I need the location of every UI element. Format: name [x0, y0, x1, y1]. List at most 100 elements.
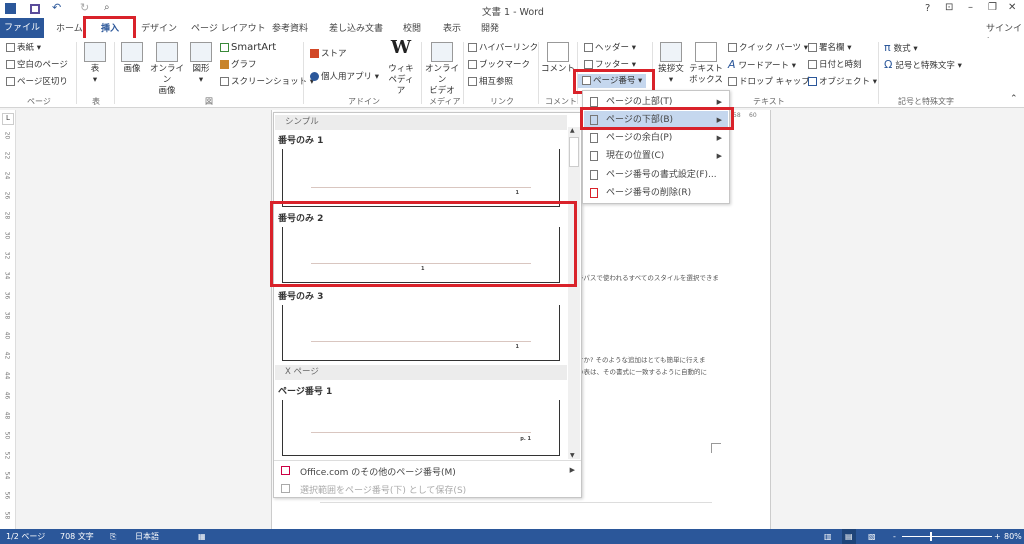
close-button[interactable]: ✕	[1008, 2, 1016, 13]
tab-mailings[interactable]: 差し込み文書	[329, 21, 383, 34]
chart-button[interactable]: グラフ	[220, 59, 257, 71]
group-label-page: ページ	[27, 97, 51, 106]
tab-developer[interactable]: 開発	[481, 21, 499, 34]
word-logo-icon	[5, 3, 16, 14]
zoom-in-button[interactable]: +	[994, 529, 1001, 544]
save-gallery-icon	[281, 484, 290, 493]
tab-file[interactable]: ファイル	[0, 18, 44, 38]
help-button[interactable]: ?	[925, 3, 930, 14]
equation-button[interactable]: π 数式 ▾	[884, 42, 918, 55]
collapse-ribbon-icon[interactable]: ⌃	[1010, 94, 1018, 104]
print-layout-icon[interactable]: ▤	[842, 529, 856, 544]
signature-icon	[808, 43, 817, 52]
tab-home[interactable]: ホーム	[56, 21, 83, 34]
online-video-button[interactable]: オンライン ビデオ	[423, 42, 461, 97]
online-image-button[interactable]: オンライン 画像	[148, 42, 186, 97]
cover-page-button[interactable]: 表紙 ▾	[6, 42, 41, 54]
macro-icon[interactable]: ▦	[198, 529, 206, 544]
word-count[interactable]: 708 文字	[60, 529, 94, 544]
zoom-out-button[interactable]: -	[893, 529, 896, 544]
ruler-number: 20	[3, 131, 11, 140]
cross-reference-button[interactable]: 相互参照	[468, 76, 513, 88]
menu-item-page-margins[interactable]: ページの余白(P) ▶	[584, 129, 728, 147]
page-count[interactable]: 1/2 ページ	[6, 529, 45, 544]
scroll-up-icon[interactable]: ▲	[570, 127, 575, 134]
print-preview-icon[interactable]: ⌕	[104, 2, 110, 13]
tab-selector[interactable]: L	[2, 113, 14, 125]
tab-page-layout[interactable]: ページ レイアウト	[191, 21, 266, 34]
title-bar: ↶ ↻ ⌕ 文書 1 - Word ? ⊡ – ❐ ✕	[0, 0, 1024, 18]
scroll-down-icon[interactable]: ▼	[570, 452, 575, 459]
submenu-arrow-icon: ▶	[716, 134, 722, 142]
ruler-number: 24	[3, 171, 11, 180]
my-apps-button[interactable]: 個人用アプリ ▾	[310, 71, 379, 83]
comment-icon	[547, 42, 569, 62]
symbol-button[interactable]: Ω 記号と特殊文字 ▾	[884, 59, 962, 72]
blank-page-button[interactable]: 空白のページ	[6, 59, 68, 71]
textbox-button[interactable]: テキスト ボックス	[688, 42, 724, 86]
tab-review[interactable]: 校閲	[403, 21, 421, 34]
ruler-number: 34	[3, 271, 11, 280]
datetime-button[interactable]: 日付と時刻	[808, 59, 862, 71]
zoom-level[interactable]: 80%	[1004, 529, 1022, 544]
web-layout-icon[interactable]: ▧	[868, 529, 876, 544]
table-button[interactable]: 表 ▾	[82, 42, 108, 86]
screenshot-button[interactable]: スクリーンショット ▾	[220, 76, 314, 88]
bookmark-button[interactable]: ブックマーク	[468, 59, 530, 71]
my-apps-icon	[310, 72, 319, 81]
dropcap-button[interactable]: ドロップ キャップ ▾	[728, 76, 817, 88]
page-margin-icon	[590, 133, 598, 143]
gallery-scrollbar[interactable]: ▲ ▼	[568, 127, 580, 459]
ruler-number: 36	[3, 291, 11, 300]
tab-design[interactable]: デザイン	[141, 21, 177, 34]
tab-references[interactable]: 参考資料	[272, 21, 308, 34]
wikipedia-button[interactable]: W ウィキ ペディア	[385, 39, 417, 97]
cover-page-icon	[6, 43, 15, 52]
undo-icon[interactable]: ↶	[52, 1, 61, 14]
proofing-icon[interactable]: ⎘	[110, 529, 116, 544]
store-icon	[310, 49, 319, 58]
zoom-slider[interactable]	[902, 532, 992, 541]
minimize-button[interactable]: –	[968, 2, 973, 13]
save-icon[interactable]	[30, 4, 40, 14]
pi-icon: π	[884, 41, 891, 54]
shapes-icon	[190, 42, 212, 62]
menu-item-current-position[interactable]: 現在の位置(C) ▶	[584, 147, 728, 165]
image-button[interactable]: 画像	[118, 42, 146, 75]
ruler-number: 58	[3, 511, 11, 520]
ruler-number: 54	[3, 471, 11, 480]
gallery-section-x-page: X ページ	[275, 365, 567, 380]
ruler-number: 32	[3, 251, 11, 260]
wordart-button[interactable]: A ワードアート ▾	[728, 59, 796, 72]
redo-icon[interactable]: ↻	[80, 1, 89, 14]
tab-view[interactable]: 表示	[443, 21, 461, 34]
store-button[interactable]: ストア	[310, 48, 347, 60]
menu-item-format-page-numbers[interactable]: ページ番号の書式設定(F)...	[584, 166, 728, 184]
chart-icon	[220, 60, 229, 69]
read-mode-icon[interactable]: ▥	[824, 529, 832, 544]
cross-reference-icon	[468, 77, 477, 86]
greeting-button[interactable]: 挨拶文 ▾	[655, 42, 687, 86]
comment-button[interactable]: コメント	[541, 42, 575, 75]
ribbon-options-button[interactable]: ⊡	[945, 2, 953, 13]
language[interactable]: 日本語	[135, 529, 159, 544]
restore-button[interactable]: ❐	[988, 2, 997, 13]
hyperlink-button[interactable]: ハイパーリンク	[468, 42, 538, 54]
ribbon: 表紙 ▾ 空白のページ ページ区切り ページ 表 ▾ 表 画像 オンライン 画像 …	[0, 38, 1024, 108]
menu-item-remove-page-numbers[interactable]: ページ番号の削除(R)	[584, 184, 728, 202]
vertical-ruler: L 20 22 24 26 28 30 32 34 36 38 40 42 44 46 48 50 52 54 56…	[0, 110, 16, 539]
zoom-slider-thumb[interactable]	[930, 532, 932, 541]
scroll-thumb[interactable]	[569, 137, 579, 167]
object-button[interactable]: オブジェクト ▾	[808, 76, 877, 88]
page-break-button[interactable]: ページ区切り	[6, 76, 68, 88]
shapes-button[interactable]: 図形 ▾	[188, 42, 214, 86]
gallery-section-simple: シンプル	[275, 115, 567, 130]
smartart-button[interactable]: SmartArt	[220, 42, 276, 54]
more-page-numbers-item[interactable]: Office.com のその他のページ番号(M) ▶	[274, 463, 581, 479]
signature-line-button[interactable]: 署名欄 ▾	[808, 42, 851, 54]
image-icon	[121, 42, 143, 62]
ruler-number: 52	[3, 451, 11, 460]
quick-parts-button[interactable]: クイック パーツ ▾	[728, 42, 808, 54]
header-button[interactable]: ヘッダー ▾	[584, 42, 636, 54]
online-image-icon	[156, 42, 178, 62]
